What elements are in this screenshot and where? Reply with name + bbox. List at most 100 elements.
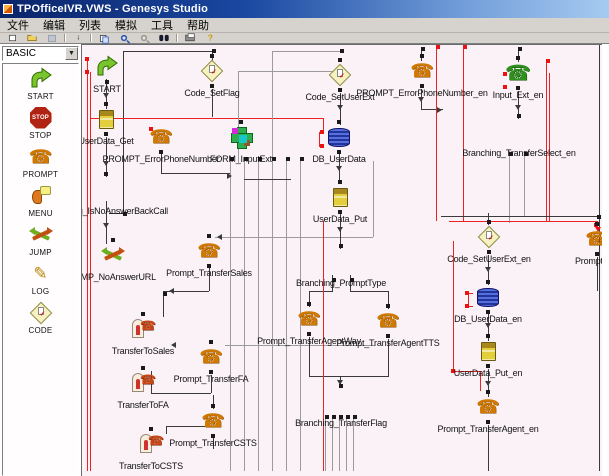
node-input-dot[interactable] — [486, 280, 490, 284]
connector-dot[interactable] — [320, 144, 324, 148]
menu-item-5[interactable]: 帮助 — [180, 16, 216, 34]
node-input-dot[interactable] — [339, 384, 343, 388]
menu-item-3[interactable]: 模拟 — [108, 16, 144, 34]
connector-dot[interactable] — [85, 70, 89, 74]
node-input-dot[interactable] — [338, 180, 342, 184]
node-input-dot[interactable] — [486, 334, 490, 338]
down-arrow-button[interactable]: ↓ — [68, 34, 88, 43]
node-input-dot[interactable] — [338, 58, 342, 62]
new-file-button[interactable] — [2, 34, 22, 43]
node-input-dot[interactable] — [104, 102, 108, 106]
flow-node-branching-transferselect-en[interactable] — [507, 119, 531, 143]
flow-node-prompt-errorphonenumber-en[interactable]: ☎ — [410, 59, 434, 83]
palette-item-code[interactable]: ✓CODE — [3, 298, 78, 337]
flow-node-branching-prompttype[interactable] — [329, 249, 353, 273]
palette-item-start[interactable]: START — [3, 64, 78, 103]
connector-dot[interactable] — [465, 304, 469, 308]
palette-item-jump[interactable]: JUMP — [3, 220, 78, 259]
connector-dot[interactable] — [597, 215, 601, 219]
copy-button[interactable] — [94, 34, 114, 43]
flow-node-prompt-transferfa[interactable]: ☎ — [199, 345, 223, 369]
flow-node-branching-isnoanswerbackcall[interactable] — [94, 177, 118, 201]
flow-node-start[interactable] — [95, 55, 119, 79]
node-input-dot[interactable] — [486, 390, 490, 394]
palette-preset-combobox[interactable]: BASIC ▼ — [2, 46, 79, 61]
flow-node-branching-transferflag[interactable] — [329, 389, 353, 413]
connector-dot[interactable] — [300, 157, 304, 161]
node-input-dot[interactable] — [141, 312, 145, 316]
node-input-dot[interactable] — [149, 427, 153, 431]
flow-canvas[interactable]: STARTUserData_GetBranching_IsNoAnswerBac… — [81, 44, 602, 476]
menu-item-0[interactable]: 文件 — [0, 16, 36, 34]
flow-node-input-ext-en[interactable]: ☎ — [506, 61, 530, 85]
flow-node-prompt-transferagenttts[interactable]: ☎ — [376, 309, 400, 333]
node-input-dot[interactable] — [307, 302, 311, 306]
flow-node-prompt-[interactable]: ☎ — [585, 227, 602, 251]
flow-node-code-setuserext[interactable]: ✓ — [328, 63, 352, 87]
palette-item-prompt[interactable]: ☎PROMPT — [3, 142, 78, 181]
node-input-dot[interactable] — [207, 234, 211, 238]
open-file-button[interactable] — [22, 34, 42, 43]
palette-item-menu[interactable]: MENU — [3, 181, 78, 220]
flow-node-userdata-put[interactable] — [328, 185, 352, 209]
node-input-dot[interactable] — [386, 304, 390, 308]
node-input-dot[interactable] — [104, 172, 108, 176]
flow-node-jump-noanswerurl[interactable] — [101, 243, 125, 267]
flow-node-prompt-transferagent-en[interactable]: ☎ — [476, 395, 500, 419]
node-input-dot[interactable] — [420, 54, 424, 58]
connector-dot[interactable] — [503, 85, 507, 89]
flow-node-prompt-transfersales[interactable]: ☎ — [197, 239, 221, 263]
node-input-dot[interactable] — [239, 120, 243, 124]
menu-item-2[interactable]: 列表 — [72, 16, 108, 34]
flow-node-prompt-transferagentwav[interactable]: ☎ — [297, 307, 321, 331]
node-input-dot[interactable] — [517, 114, 521, 118]
menu-item-4[interactable]: 工具 — [144, 16, 180, 34]
menu-item-1[interactable]: 编辑 — [36, 16, 72, 34]
find-icon — [159, 35, 168, 41]
flow-node-db-userdata[interactable] — [327, 125, 351, 149]
zoom-out-button[interactable] — [134, 34, 154, 43]
connector-dot[interactable] — [320, 130, 324, 134]
node-input-dot[interactable] — [487, 220, 491, 224]
palette-item-log[interactable]: ✎LOG — [3, 259, 78, 298]
connector-dot[interactable] — [212, 49, 216, 53]
help-button[interactable]: ? — [200, 34, 220, 43]
connector-dot[interactable] — [340, 49, 344, 53]
node-input-dot[interactable] — [595, 222, 599, 226]
connector-dot[interactable] — [286, 157, 290, 161]
chevron-down-icon[interactable]: ▼ — [65, 47, 78, 60]
connector-dot[interactable] — [85, 57, 89, 61]
flow-node-userdata-get[interactable] — [94, 107, 118, 131]
node-input-dot[interactable] — [210, 54, 214, 58]
connector-dot[interactable] — [465, 291, 469, 295]
flow-node-prompt-errorphonenumber[interactable]: ☎ — [149, 125, 173, 149]
connector-dot[interactable] — [518, 47, 522, 51]
zoom-in-button[interactable] — [114, 34, 134, 43]
node-input-dot[interactable] — [111, 238, 115, 242]
connector-dot[interactable] — [163, 292, 167, 296]
connector-dot[interactable] — [272, 157, 276, 161]
save-file-button[interactable] — [42, 34, 62, 43]
node-input-dot[interactable] — [339, 244, 343, 248]
flow-node-transfertocsts[interactable]: ☎ — [139, 432, 163, 456]
node-input-dot[interactable] — [211, 404, 215, 408]
connector-dot[interactable] — [421, 47, 425, 51]
flow-node-prompt-transfercsts[interactable]: ☎ — [201, 409, 225, 433]
flow-node-userdata-put-en[interactable] — [476, 339, 500, 363]
flow-node-db-userdata-en[interactable] — [476, 285, 500, 309]
node-input-dot[interactable] — [141, 366, 145, 370]
node-input-dot[interactable] — [209, 340, 213, 344]
flow-node-form-inputext[interactable] — [229, 125, 253, 149]
flow-node-transfertosales[interactable]: ☎ — [131, 317, 155, 341]
node-input-dot[interactable] — [337, 120, 341, 124]
palette-item-stop[interactable]: STOPSTOP — [3, 103, 78, 142]
connector-dot[interactable] — [546, 59, 550, 63]
connector-dot[interactable] — [463, 45, 467, 49]
flow-node-code-setflag[interactable]: ✓ — [200, 59, 224, 83]
connector-dot[interactable] — [436, 45, 440, 49]
flow-node-code-setuserext-en[interactable]: ✓ — [477, 225, 501, 249]
print-button[interactable] — [180, 34, 200, 43]
flow-node-transfertofa[interactable]: ☎ — [131, 371, 155, 395]
node-input-dot[interactable] — [516, 56, 520, 60]
find-button[interactable] — [154, 34, 174, 43]
